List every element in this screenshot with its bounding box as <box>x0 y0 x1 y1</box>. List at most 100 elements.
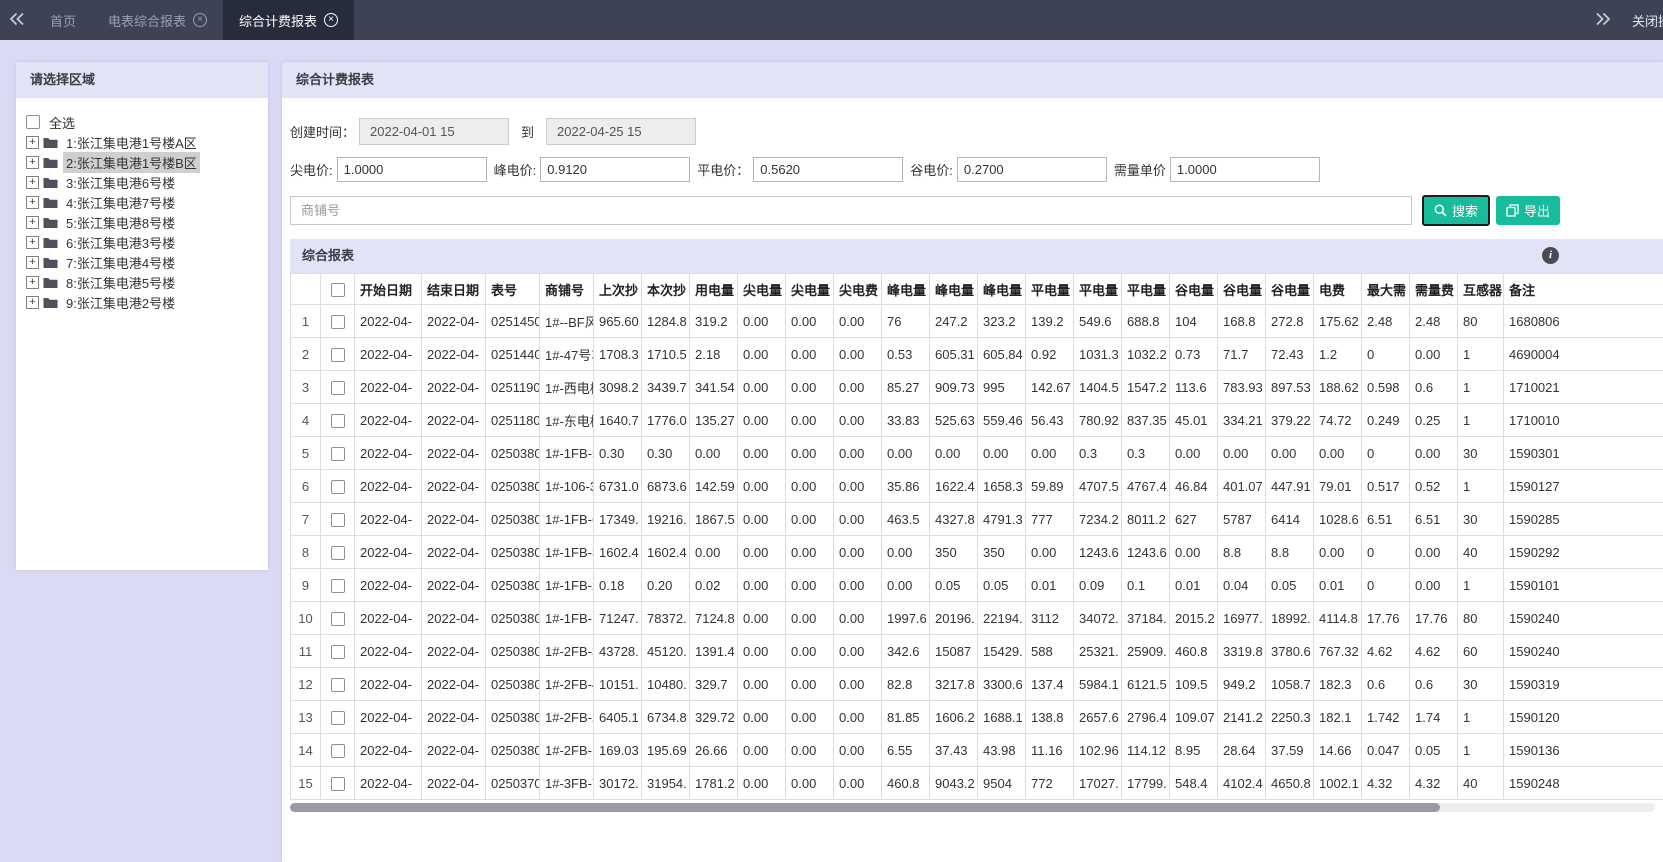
table-cell: 0.00 <box>737 766 786 800</box>
select-all-checkbox[interactable] <box>26 115 40 129</box>
row-checkbox[interactable] <box>330 611 345 626</box>
table-cell: 2022-04- <box>421 403 486 437</box>
valley-price-input[interactable] <box>956 157 1107 182</box>
table-cell: 0.00 <box>785 568 834 602</box>
table-cell: 0.249 <box>1361 403 1410 437</box>
row-checkbox[interactable] <box>330 446 345 461</box>
tree-node-label[interactable]: 4:张江集电港7号楼 <box>63 192 178 213</box>
table-cell: 7234.2 <box>1073 502 1122 536</box>
table-cell: 0.52 <box>1409 469 1458 503</box>
tree-node-label[interactable]: 6:张江集电港3号楼 <box>63 232 178 253</box>
expand-icon[interactable]: + <box>26 275 39 289</box>
row-checkbox[interactable] <box>330 413 345 428</box>
tree-node-label[interactable]: 7:张江集电港4号楼 <box>63 252 178 273</box>
row-checkbox[interactable] <box>330 545 345 560</box>
row-checkbox[interactable] <box>330 380 345 395</box>
scroll-tabs-left-button[interactable] <box>0 0 34 40</box>
tree-node-label[interactable]: 2:张江集电港1号楼B区 <box>63 151 200 173</box>
expand-icon[interactable]: + <box>26 295 39 309</box>
row-checkbox-cell <box>320 700 355 734</box>
row-checkbox[interactable] <box>330 644 345 659</box>
report-section-title: 综合报表 <box>302 248 355 263</box>
table-cell: 767.32 <box>1313 634 1362 668</box>
close-operations-menu[interactable]: 关闭操作 <box>1632 11 1663 30</box>
table-cell: 0.598 <box>1361 370 1410 404</box>
table-cell: 0.00 <box>785 766 834 800</box>
expand-icon[interactable]: + <box>26 135 39 149</box>
table-cell: 80 <box>1457 304 1504 338</box>
tab-home[interactable]: 首页 <box>34 0 92 40</box>
row-checkbox[interactable] <box>330 743 345 758</box>
table-cell: 109.07 <box>1169 700 1218 734</box>
export-button[interactable]: 导出 <box>1496 196 1561 225</box>
table-cell: 0.00 <box>737 436 786 470</box>
tab-close-icon[interactable]: × <box>193 13 208 27</box>
table-cell: 837.35 <box>1121 403 1170 437</box>
row-checkbox[interactable] <box>330 776 345 791</box>
row-checkbox-cell <box>320 337 355 371</box>
table-cell: 0.73 <box>1169 337 1218 371</box>
expand-icon[interactable]: + <box>26 175 39 189</box>
row-checkbox[interactable] <box>330 479 345 494</box>
table-cell: 1590136 <box>1503 733 1663 767</box>
row-checkbox[interactable] <box>330 710 345 725</box>
expand-icon[interactable]: + <box>26 235 39 249</box>
row-checkbox[interactable] <box>330 578 345 593</box>
row-checkbox[interactable] <box>330 512 345 527</box>
table-cell: 1#-1FB-2 <box>539 568 594 602</box>
select-all-rows-checkbox[interactable] <box>330 282 345 297</box>
report-section-bar: 综合报表 i <box>290 239 1663 273</box>
peak-price-input[interactable] <box>540 157 691 182</box>
info-icon[interactable]: i <box>1542 247 1559 264</box>
table-cell: 272.8 <box>1265 304 1314 338</box>
demand-price-input[interactable] <box>1169 157 1320 182</box>
search-button[interactable]: 搜索 <box>1422 195 1491 226</box>
scroll-tabs-right-button[interactable] <box>1586 12 1620 29</box>
table-cell: 6405.1 <box>593 700 642 734</box>
expand-icon[interactable]: + <box>26 195 39 209</box>
date-from-input[interactable] <box>359 118 510 145</box>
table-cell: 329.7 <box>689 667 738 701</box>
table-cell: 102.96 <box>1073 733 1122 767</box>
column-header: 平电量 <box>1121 273 1170 305</box>
table-cell: 447.91 <box>1265 469 1314 503</box>
tree-node-label[interactable]: 9:张江集电港2号楼 <box>63 292 178 313</box>
tree-node-label[interactable]: 3:张江集电港6号楼 <box>63 172 178 193</box>
tab-billing-report[interactable]: 综合计费报表 × <box>223 0 355 40</box>
flat-price-label: 平电价： <box>697 163 750 178</box>
flat-price-input[interactable] <box>753 157 904 182</box>
table-cell: 0.00 <box>833 667 882 701</box>
row-checkbox[interactable] <box>330 347 345 362</box>
date-to-input[interactable] <box>546 118 697 145</box>
shop-number-input[interactable] <box>290 196 1412 225</box>
row-checkbox[interactable] <box>330 677 345 692</box>
expand-icon[interactable]: + <box>26 155 39 169</box>
horizontal-scrollbar[interactable] <box>290 803 1655 812</box>
table-cell: 0.00 <box>737 733 786 767</box>
table-cell: 1#-1FB-3 <box>539 535 594 569</box>
table-cell: 2022-04- <box>354 403 422 437</box>
table-cell: 0.20 <box>641 568 690 602</box>
expand-icon[interactable]: + <box>26 215 39 229</box>
table-cell: 4.32 <box>1409 766 1458 800</box>
table-cell: 1284.8 <box>641 304 690 338</box>
expand-icon[interactable]: + <box>26 255 39 269</box>
tree-node-label[interactable]: 5:张江集电港8号楼 <box>63 212 178 233</box>
tree-node-label[interactable]: 8:张江集电港5号楼 <box>63 272 178 293</box>
tree-node-label[interactable]: 1:张江集电港1号楼A区 <box>63 132 200 153</box>
table-cell: 0.00 <box>737 535 786 569</box>
table-cell: 334.21 <box>1217 403 1266 437</box>
folder-icon <box>43 296 58 309</box>
table-cell: 02503800 <box>485 601 540 635</box>
table-cell: 6414 <box>1265 502 1314 536</box>
table-cell: 6731.0 <box>593 469 642 503</box>
tab-meter-report[interactable]: 电表综合报表 × <box>92 0 223 40</box>
row-checkbox[interactable] <box>330 314 345 329</box>
table-cell: 0.00 <box>1313 535 1362 569</box>
horizontal-scrollbar-thumb[interactable] <box>290 803 1440 812</box>
table-cell: 76 <box>881 304 930 338</box>
tree-node: +2:张江集电港1号楼B区 <box>26 151 258 173</box>
sharp-price-input[interactable] <box>336 157 487 182</box>
tab-close-icon[interactable]: × <box>324 13 339 27</box>
table-cell: 45120. <box>641 634 690 668</box>
